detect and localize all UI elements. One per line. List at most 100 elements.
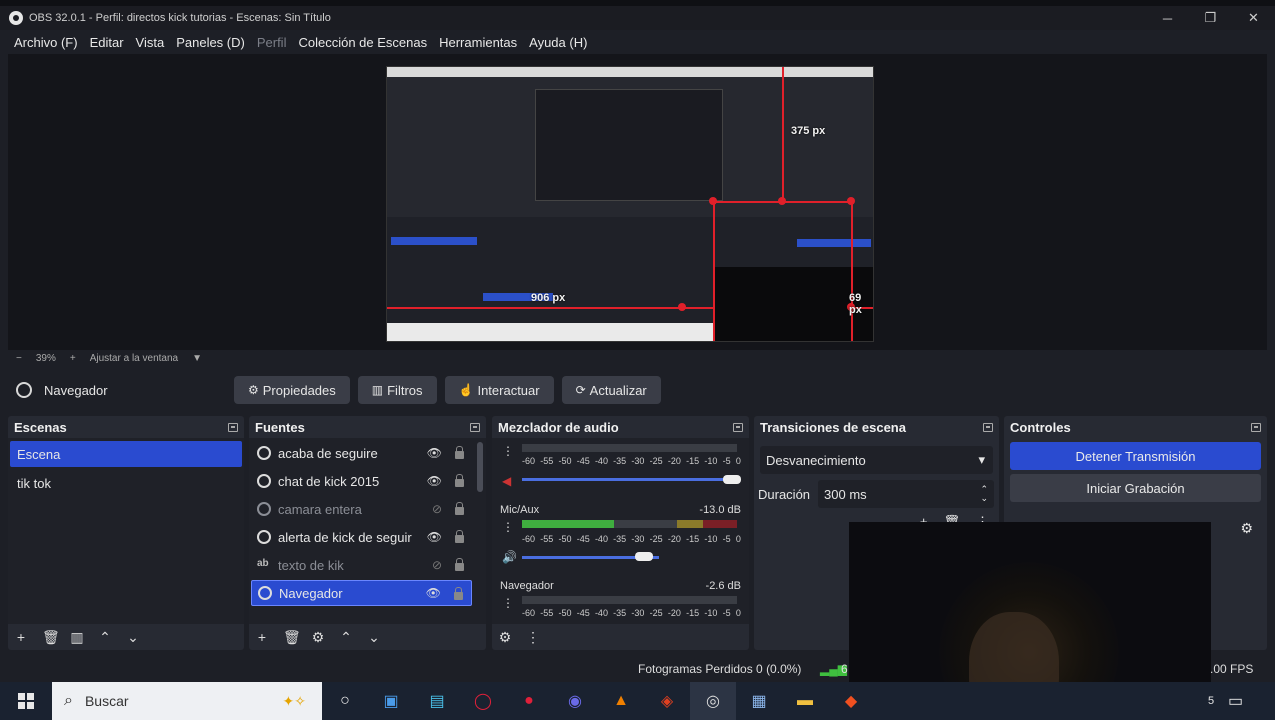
menu-paneles[interactable]: Paneles (D) <box>170 35 251 50</box>
arrow-down-icon[interactable]: ⌄ <box>126 629 140 646</box>
search-placeholder: Buscar <box>84 693 129 709</box>
maximize-icon[interactable]: ❐ <box>1189 6 1232 30</box>
menu-ayuda[interactable]: Ayuda (H) <box>523 35 593 50</box>
filters-button[interactable]: ▥ Filtros <box>357 376 437 404</box>
source-item[interactable]: Navegador 👁 <box>251 580 472 606</box>
stop-streaming-button[interactable]: Detener Transmisión <box>1010 442 1261 470</box>
undock-icon[interactable] <box>228 422 238 432</box>
gear-icon[interactable]: ⚙ <box>311 629 325 646</box>
meter-level <box>522 520 615 528</box>
undock-icon[interactable] <box>983 422 993 432</box>
start-recording-button[interactable]: Iniciar Grabación <box>1010 474 1261 502</box>
close-icon[interactable]: ✕ <box>1232 6 1275 30</box>
resize-handle[interactable] <box>847 197 855 205</box>
opera-icon[interactable]: ● <box>506 682 552 720</box>
scene-item[interactable]: tik tok <box>10 470 242 496</box>
preview-canvas[interactable]: 375 px 906 px 69 px <box>386 66 874 342</box>
windows-start-icon[interactable] <box>0 682 52 720</box>
add-icon[interactable]: + <box>14 629 28 645</box>
vivaldi-icon[interactable]: ◉ <box>552 682 598 720</box>
mixer-title: Mezclador de audio <box>498 419 619 435</box>
lock-icon[interactable] <box>455 446 464 459</box>
eye-icon[interactable]: 👁 <box>427 446 442 460</box>
notification-icon[interactable]: ▭ <box>1228 691 1243 711</box>
taskbar-search[interactable]: ⌕ Buscar ✦✧ <box>52 682 322 720</box>
eye-icon[interactable]: 👁 <box>427 530 442 544</box>
brave-icon[interactable]: ◆ <box>828 682 874 720</box>
duration-input[interactable]: 300 ms ⌃ ⌄ <box>818 480 995 508</box>
menu-perfil[interactable]: Perfil <box>251 35 293 50</box>
game-icon[interactable]: ◈ <box>644 682 690 720</box>
source-item[interactable]: chat de kick 2015 👁 <box>251 468 472 494</box>
source-item[interactable]: camara entera ⊘ <box>251 496 472 522</box>
transition-select[interactable]: Desvanecimiento ▾ <box>760 446 993 474</box>
filter-icon[interactable]: ▥ <box>70 629 84 646</box>
source-item[interactable]: acaba de seguire 👁 <box>251 440 472 466</box>
photos-icon[interactable]: ▤ <box>414 682 460 720</box>
lock-icon[interactable] <box>454 587 463 600</box>
lock-icon[interactable] <box>455 502 464 515</box>
spinner-icon[interactable]: ⌃ ⌄ <box>980 485 988 503</box>
undock-icon[interactable] <box>1251 422 1261 432</box>
files-icon[interactable]: ▦ <box>736 682 782 720</box>
menu-herramientas[interactable]: Herramientas <box>433 35 523 50</box>
undock-icon[interactable] <box>733 422 743 432</box>
scrollbar[interactable] <box>477 442 483 492</box>
properties-button[interactable]: ⚙ Propiedades <box>234 376 350 404</box>
eye-hidden-icon[interactable]: ⊘ <box>432 558 442 572</box>
lock-icon[interactable] <box>455 530 464 543</box>
chevron-down-icon[interactable]: ▼ <box>192 353 202 364</box>
eye-icon[interactable]: 👁 <box>427 474 442 488</box>
store-icon[interactable]: ▣ <box>368 682 414 720</box>
scene-item[interactable]: Escena <box>10 441 242 467</box>
preview-nested-screenshot <box>535 89 723 201</box>
menu-editar[interactable]: Editar <box>84 35 130 50</box>
resize-handle[interactable] <box>678 303 686 311</box>
explorer-icon[interactable]: ▬ <box>782 682 828 720</box>
menu-vista[interactable]: Vista <box>130 35 171 50</box>
lock-icon[interactable] <box>455 474 464 487</box>
trash-icon[interactable]: 🗑 <box>42 629 60 646</box>
vlc-icon[interactable]: ▲ <box>598 682 644 720</box>
interact-button[interactable]: ☝ Interactuar <box>444 376 554 404</box>
arrow-down-icon[interactable]: ⌄ <box>367 629 381 646</box>
arrow-up-icon[interactable]: ⌃ <box>98 629 112 646</box>
eye-hidden-icon[interactable]: ⊘ <box>432 502 442 516</box>
eye-icon[interactable]: 👁 <box>426 586 441 600</box>
more-vertical-icon[interactable]: ⋮ <box>502 444 514 458</box>
more-vertical-icon[interactable]: ⋮ <box>526 629 540 646</box>
cortana-icon[interactable]: ○ <box>322 682 368 720</box>
more-vertical-icon[interactable]: ⋮ <box>502 596 514 610</box>
resize-handle[interactable] <box>709 197 717 205</box>
gear-icon: ⚙ <box>248 383 259 397</box>
speaker-icon[interactable]: 🔊 <box>502 550 517 564</box>
resize-handle[interactable] <box>778 197 786 205</box>
lock-icon[interactable] <box>455 558 464 571</box>
gear-icon[interactable]: ⚙ <box>1240 520 1253 537</box>
undock-icon[interactable] <box>470 422 480 432</box>
more-vertical-icon[interactable]: ⋮ <box>502 520 514 534</box>
menu-archivo[interactable]: Archivo (F) <box>8 35 84 50</box>
source-item[interactable]: alerta de kick de seguir 👁 <box>251 524 472 550</box>
opera-gx-icon[interactable]: ◯ <box>460 682 506 720</box>
fit-window-label[interactable]: Ajustar a la ventana <box>90 353 178 364</box>
obs-icon[interactable]: ◎ <box>690 682 736 720</box>
add-icon[interactable]: + <box>255 629 269 645</box>
minimize-icon[interactable]: ─ <box>1146 6 1189 30</box>
selection-box-right <box>851 201 853 341</box>
volume-slider[interactable] <box>522 478 739 481</box>
arrow-up-icon[interactable]: ⌃ <box>339 629 353 646</box>
zoom-in-button[interactable]: + <box>70 353 76 364</box>
selection-box-left <box>713 201 715 341</box>
volume-slider-knob[interactable] <box>635 552 653 561</box>
volume-slider-knob[interactable] <box>723 475 741 484</box>
zoom-out-button[interactable]: − <box>16 353 22 364</box>
menu-coleccion-escenas[interactable]: Colección de Escenas <box>292 35 433 50</box>
speaker-muted-icon[interactable]: ◀ <box>502 474 511 488</box>
refresh-button[interactable]: ⟳ Actualizar <box>561 376 661 404</box>
mixer-channels: ⋮ -60 -55 -50 -45 -40 -35 -30 -25 -20 -15 -10 -5 0 ◀… <box>492 438 749 624</box>
trash-icon[interactable]: 🗑 <box>283 629 301 646</box>
gear-icon[interactable]: ⚙ <box>498 629 512 646</box>
duration-label: Duración <box>758 486 811 502</box>
source-item[interactable]: ab texto de kik ⊘ <box>251 552 472 578</box>
